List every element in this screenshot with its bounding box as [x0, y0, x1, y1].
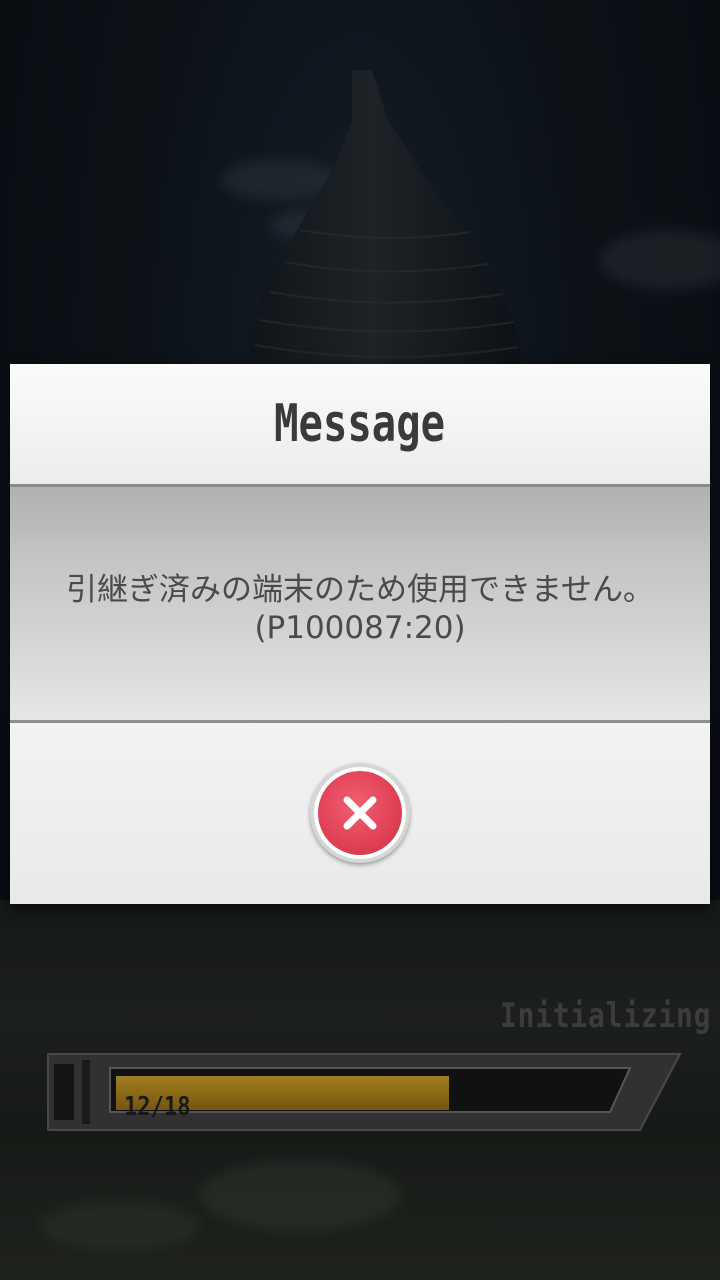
close-button-ring	[314, 767, 406, 859]
close-button[interactable]	[310, 763, 410, 863]
dialog-footer	[10, 723, 710, 904]
message-dialog: Message 引継ぎ済みの端末のため使用できません。 (P100087:20)	[10, 364, 710, 904]
dialog-message: 引継ぎ済みの端末のため使用できません。	[65, 571, 655, 608]
dialog-title: Message	[274, 394, 446, 454]
dialog-body: 引継ぎ済みの端末のため使用できません。 (P100087:20)	[10, 487, 710, 723]
dialog-header: Message	[10, 364, 710, 487]
close-button-core	[318, 771, 402, 855]
error-code: (P100087:20)	[254, 609, 466, 646]
close-x-icon	[343, 796, 377, 830]
